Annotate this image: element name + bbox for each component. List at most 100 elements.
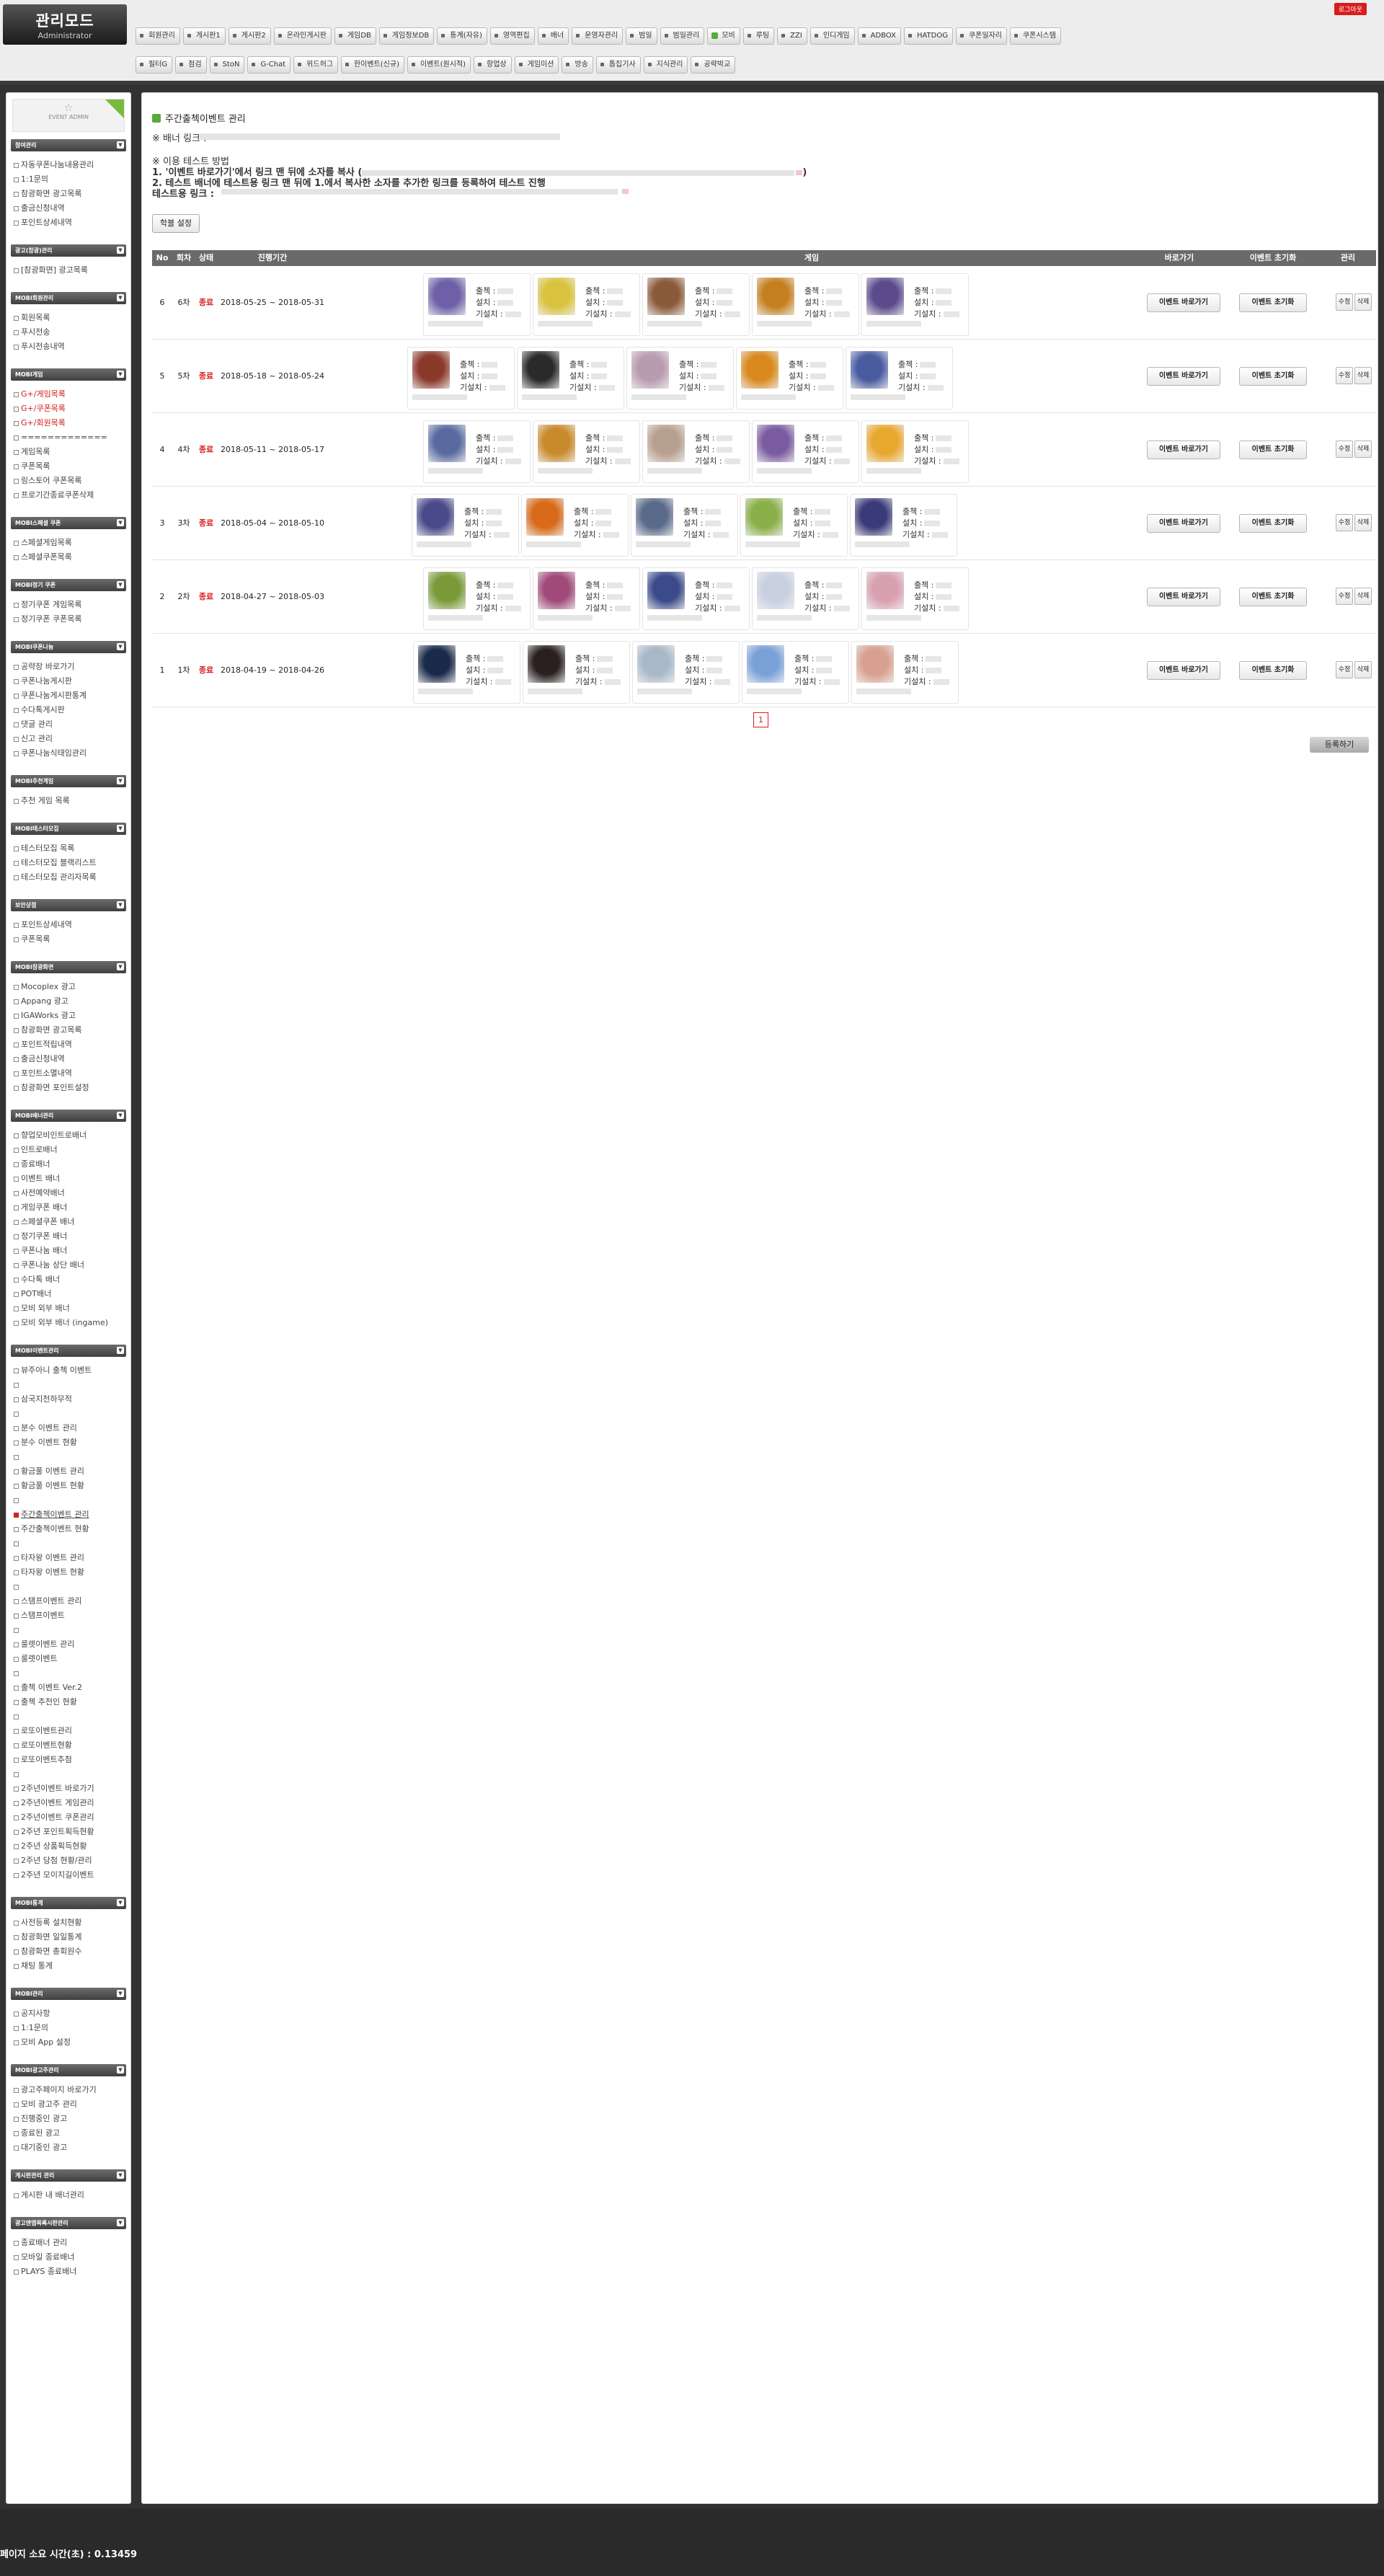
sidebar-item[interactable]: 링스토어 쿠폰목록 — [14, 474, 126, 488]
menu-tab-3[interactable]: 온라인게시판 — [273, 27, 332, 45]
sidebar-item[interactable]: 공지사항 — [14, 2006, 126, 2021]
submenu-tab-6[interactable]: 이벤트(원시적) — [407, 56, 471, 74]
menu-tab-9[interactable]: 운영자관리 — [572, 27, 624, 45]
menu-tab-1[interactable]: 게시판1 — [182, 27, 226, 45]
submenu-tab-4[interactable]: 위드허그 — [293, 56, 338, 74]
sidebar-item[interactable]: 쿠폰목록 — [14, 459, 126, 474]
sidebar-item[interactable]: 게시판 내 배너관리 — [14, 2188, 126, 2203]
delete-button[interactable]: 삭제 — [1354, 514, 1372, 531]
sidebar-item[interactable]: 스탬프이벤트 — [14, 1608, 126, 1623]
game-card[interactable]: 출첵 : 설치 : 기설치 : — [631, 494, 738, 557]
sidebar-section-header[interactable]: MOBI회원관리 ▼ — [11, 292, 126, 304]
menu-tab-13[interactable]: 루팅 — [742, 27, 775, 45]
game-card[interactable]: 출첵 : 설치 : 기설치 : — [861, 567, 969, 630]
sidebar-section-header[interactable]: MOBI스페셜 쿠폰 ▼ — [11, 517, 126, 529]
menu-tab-2[interactable]: 게시판2 — [228, 27, 271, 45]
submenu-tab-3[interactable]: G-Chat — [247, 56, 291, 74]
sidebar-item[interactable]: 쿠폰나눔 상단 배너 — [14, 1258, 126, 1272]
sidebar-item[interactable]: 출금신청내역 — [14, 1052, 126, 1066]
sidebar-section-header[interactable]: MOBI테스터모집 ▼ — [11, 823, 126, 835]
sidebar-item[interactable]: 이벤트 배너 — [14, 1172, 126, 1186]
game-card[interactable]: 출첵 : 설치 : 기설치 : — [632, 641, 740, 704]
sidebar-item[interactable]: 쿠폰나눔게시판 — [14, 674, 126, 689]
sidebar-item[interactable]: 분수 이벤트 현황 — [14, 1435, 126, 1450]
sidebar-item[interactable]: 정기쿠폰 쿠폰목록 — [14, 612, 126, 627]
sidebar-item[interactable]: 포인트적립내역 — [14, 1037, 126, 1052]
sidebar-section-header[interactable]: 광고(참광)관리 ▼ — [11, 244, 126, 257]
event-reset-button[interactable]: 이벤트 초기화 — [1239, 514, 1307, 533]
sidebar-item[interactable]: 모비 외부 배너 — [14, 1301, 126, 1316]
sidebar-item[interactable]: 2주년 상품획득현황 — [14, 1839, 126, 1854]
game-card[interactable]: 출첵 : 설치 : 기설치 : — [533, 420, 640, 483]
sidebar-item[interactable]: 2주년이벤트 바로가기 — [14, 1781, 126, 1796]
sidebar-item[interactable]: 정기쿠폰 게임목록 — [14, 598, 126, 612]
menu-tab-4[interactable]: 게임DB — [334, 27, 376, 45]
game-card[interactable]: 출첵 : 설치 : 기설치 : — [861, 420, 969, 483]
edit-button[interactable]: 수정 — [1336, 441, 1353, 458]
submenu-tab-12[interactable]: 공략박교 — [691, 56, 736, 74]
game-card[interactable]: 출첵 : 설치 : 기설치 : — [850, 494, 957, 557]
game-card[interactable]: 출첵 : 설치 : 기설치 : — [423, 273, 531, 336]
sidebar-item[interactable]: 모비 App 설정 — [14, 2035, 126, 2050]
sidebar-item[interactable]: 삼국지천하무적 — [14, 1392, 126, 1407]
sidebar-section-header[interactable]: MOBI정기 쿠폰 ▼ — [11, 579, 126, 591]
game-card[interactable]: 출첵 : 설치 : 기설치 : — [423, 567, 531, 630]
sidebar-item[interactable]: 스페셜쿠폰목록 — [14, 550, 126, 565]
sidebar-item[interactable]: 게임목록 — [14, 445, 126, 459]
delete-button[interactable]: 삭제 — [1354, 367, 1372, 384]
menu-tab-17[interactable]: HATDOG — [903, 27, 953, 45]
submenu-tab-10[interactable]: 톱집기사 — [595, 56, 641, 74]
sidebar-section-header[interactable]: 보안상점 ▼ — [11, 899, 126, 911]
sidebar-item[interactable]: G+/게임목록 — [14, 387, 126, 402]
sidebar-item[interactable]: 채팅 통계 — [14, 1959, 126, 1973]
sidebar-item[interactable]: 스페셜쿠폰 배너 — [14, 1215, 126, 1229]
edit-button[interactable]: 수정 — [1336, 661, 1353, 678]
event-reset-button[interactable]: 이벤트 초기화 — [1239, 367, 1307, 386]
sidebar-item[interactable]: 출금신청내역 — [14, 201, 126, 216]
delete-button[interactable]: 삭제 — [1354, 661, 1372, 678]
sidebar-section-header[interactable]: MOBI배너관리 ▼ — [11, 1110, 126, 1122]
game-card[interactable]: 출첵 : 설치 : 기설치 : — [521, 494, 629, 557]
sidebar-section-header[interactable]: 게시판관리 관리 ▼ — [11, 2169, 126, 2182]
sidebar-item[interactable]: 추천 게임 목록 — [14, 794, 126, 808]
sidebar-item[interactable]: 테스터모집 관리자목록 — [14, 870, 126, 885]
sidebar-item[interactable]: IGAWorks 광고 — [14, 1009, 126, 1023]
sidebar-item[interactable]: [참광화면] 광고목록 — [14, 263, 126, 278]
event-admin-banner[interactable]: ☆ EVENT ADMIN — [12, 99, 125, 132]
sidebar-section-header[interactable]: MOBI쿠폰나눔 ▼ — [11, 641, 126, 653]
sidebar-item[interactable]: 댓글 관리 — [14, 717, 126, 732]
sidebar-item[interactable]: 프로기간종료쿠폰삭제 — [14, 488, 126, 503]
menu-tab-7[interactable]: 영역편집 — [489, 27, 535, 45]
sidebar-item[interactable]: POT배너 — [14, 1287, 126, 1301]
sidebar-section-header[interactable]: MOBI추천게임 ▼ — [11, 775, 126, 787]
menu-tab-12[interactable]: 모비 — [707, 27, 740, 45]
sidebar-item[interactable]: G+/회원목록 — [14, 416, 126, 430]
submenu-tab-0[interactable]: 필터G — [136, 56, 173, 74]
menu-tab-19[interactable]: 쿠폰시스템 — [1009, 27, 1061, 45]
sidebar-section-header[interactable]: MOBI참광화면 ▼ — [11, 961, 126, 973]
sidebar-item[interactable]: 1:1문의 — [14, 172, 126, 187]
sidebar-item[interactable]: 회원목록 — [14, 311, 126, 325]
sidebar-item[interactable]: 주간출첵이벤트 현황 — [14, 1522, 126, 1536]
event-link-button[interactable]: 이벤트 바로가기 — [1147, 293, 1220, 312]
sidebar-item[interactable]: 2주년이벤트 게임관리 — [14, 1796, 126, 1810]
sidebar-item[interactable]: 쿠폰나눔식태임관리 — [14, 746, 126, 761]
edit-button[interactable]: 수정 — [1336, 514, 1353, 531]
sidebar-item[interactable]: 게임쿠폰 배너 — [14, 1200, 126, 1215]
menu-tab-16[interactable]: ADBOX — [857, 27, 901, 45]
sidebar-item[interactable]: Appang 광고 — [14, 994, 126, 1009]
sidebar-item[interactable]: 황금풀 이벤트 관리 — [14, 1464, 126, 1479]
event-link-button[interactable]: 이벤트 바로가기 — [1147, 441, 1220, 459]
sidebar-item[interactable]: 참광화면 일일통계 — [14, 1930, 126, 1944]
menu-tab-14[interactable]: ZZI — [777, 27, 807, 45]
sidebar-item[interactable]: 2주년 모이지길이벤트 — [14, 1868, 126, 1882]
sidebar-section-header[interactable]: 광고엔앱목록시판관리 ▼ — [11, 2217, 126, 2229]
game-card[interactable]: 출첵 : 설치 : 기설치 : — [846, 347, 953, 410]
game-card[interactable]: 출첵 : 설치 : 기설치 : — [533, 273, 640, 336]
sidebar-item[interactable]: 향업모비인트로배너 — [14, 1128, 126, 1143]
sidebar-item[interactable]: 테스터모집 블랙리스트 — [14, 856, 126, 870]
sidebar-section-header[interactable]: MOBI관리 ▼ — [11, 1988, 126, 2000]
sidebar-item[interactable]: 참광화면 총회원수 — [14, 1944, 126, 1959]
sidebar-item[interactable]: 1:1문의 — [14, 2021, 126, 2035]
sidebar-item[interactable]: 스탬프이벤트 관리 — [14, 1594, 126, 1608]
